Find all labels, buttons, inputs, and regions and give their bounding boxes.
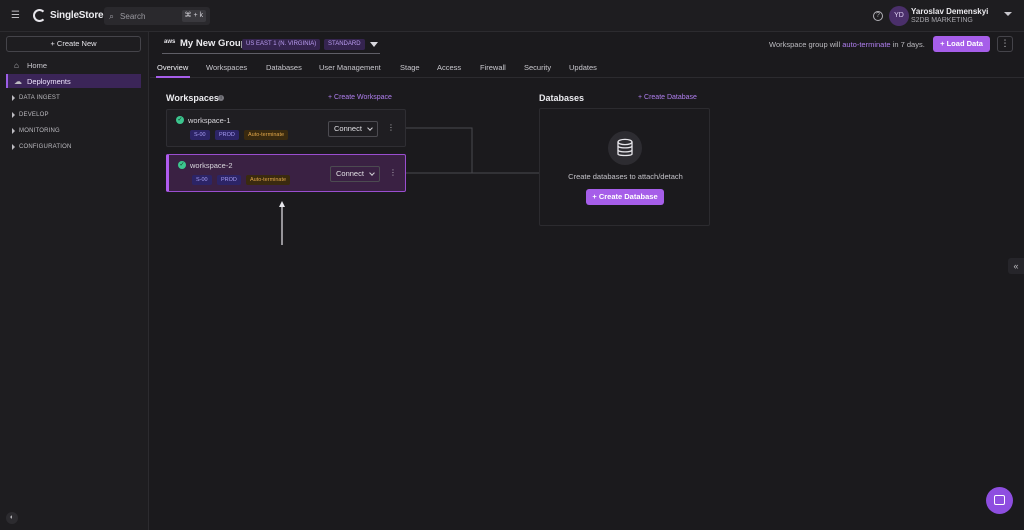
sidebar-item-label: Deployments: [27, 76, 71, 86]
more-options-icon[interactable]: ⋮: [389, 168, 397, 177]
search-placeholder: Search: [120, 11, 146, 21]
search-input[interactable]: ⌕ Search ⌘ + k: [104, 7, 210, 25]
search-icon: ⌕: [109, 10, 115, 21]
avatar[interactable]: YD: [889, 6, 909, 26]
databases-empty-card: Create databases to attach/detach + Crea…: [539, 108, 710, 226]
collapse-panel-icon[interactable]: «: [1008, 258, 1024, 274]
sidebar-section-data-ingest[interactable]: DATA INGEST: [12, 95, 60, 101]
size-badge: S-00: [190, 130, 210, 140]
connect-button[interactable]: Connect: [328, 121, 378, 137]
logo-mark-icon: [33, 9, 46, 22]
connect-button[interactable]: Connect: [330, 166, 380, 182]
sidebar-section-monitoring[interactable]: MONITORING: [12, 128, 60, 134]
section-label: CONFIGURATION: [19, 144, 72, 150]
cloud-icon: ☁: [14, 76, 22, 86]
chevron-down-icon: [367, 125, 373, 131]
help-icon[interactable]: ?: [873, 11, 883, 21]
connector-lines: [279, 127, 539, 245]
check-circle-icon: ✓: [178, 161, 186, 169]
settings-icon[interactable]: ◐: [6, 512, 18, 524]
env-badge: PROD: [217, 175, 241, 185]
chevron-down-icon: [369, 170, 375, 176]
create-new-button[interactable]: + Create New: [6, 36, 141, 52]
more-options-icon[interactable]: ⋮: [387, 123, 395, 132]
sidebar-item-label: Home: [27, 60, 48, 70]
brand-name: SingleStore.: [50, 10, 106, 21]
create-database-button[interactable]: + Create Database: [586, 189, 664, 205]
connect-label: Connect: [336, 169, 364, 178]
env-badge: PROD: [215, 130, 239, 140]
user-org: S2DB MARKETING: [911, 17, 973, 24]
logo[interactable]: SingleStore.: [33, 9, 106, 22]
workspace-card[interactable]: ✓ workspace-1 S-00 PROD Auto-terminate C…: [166, 109, 406, 147]
caret-right-icon: [12, 95, 15, 101]
chat-button[interactable]: [986, 487, 1013, 514]
caret-right-icon: [12, 112, 15, 118]
caret-right-icon: [12, 144, 15, 150]
section-label: DATA INGEST: [19, 95, 60, 101]
home-icon: ⌂: [14, 60, 19, 70]
sidebar-section-develop[interactable]: DEVELOP: [12, 112, 49, 118]
check-circle-icon: ✓: [176, 116, 184, 124]
user-name[interactable]: Yaroslav Demenskyi: [911, 7, 988, 16]
section-label: DEVELOP: [19, 112, 49, 118]
workspace-card[interactable]: ✓ workspace-2 S-00 PROD Auto-terminate C…: [166, 154, 406, 192]
databases-title: Databases: [539, 93, 585, 103]
chat-icon: [994, 495, 1005, 505]
sidebar-item-deployments[interactable]: ☁ Deployments: [6, 74, 141, 88]
create-database-link[interactable]: + Create Database: [638, 94, 697, 101]
workspace-name: workspace-1: [188, 116, 231, 125]
sidebar-section-configuration[interactable]: CONFIGURATION: [12, 144, 72, 150]
search-shortcut: ⌘ + k: [181, 10, 206, 22]
main-content: aws My New Group US EAST 1 (N. VIRGINIA)…: [150, 32, 1024, 530]
chevron-down-icon[interactable]: [1004, 12, 1012, 16]
workspace-name: workspace-2: [190, 161, 233, 170]
menu-icon[interactable]: ☰: [11, 11, 21, 21]
empty-state-text: Create databases to attach/detach: [568, 172, 683, 181]
connect-label: Connect: [334, 124, 362, 133]
caret-right-icon: [12, 128, 15, 134]
section-label: MONITORING: [19, 128, 60, 134]
auto-terminate-badge: Auto-terminate: [246, 175, 291, 185]
top-bar: ☰ SingleStore. ⌕ Search ⌘ + k ? YD Yaros…: [0, 0, 1024, 32]
sidebar: + Create New ⌂ Home ☁ Deployments DATA I…: [0, 32, 149, 530]
sidebar-item-home[interactable]: ⌂ Home: [6, 58, 141, 72]
size-badge: S-00: [192, 175, 212, 185]
database-icon: [608, 131, 642, 165]
auto-terminate-badge: Auto-terminate: [244, 130, 289, 140]
